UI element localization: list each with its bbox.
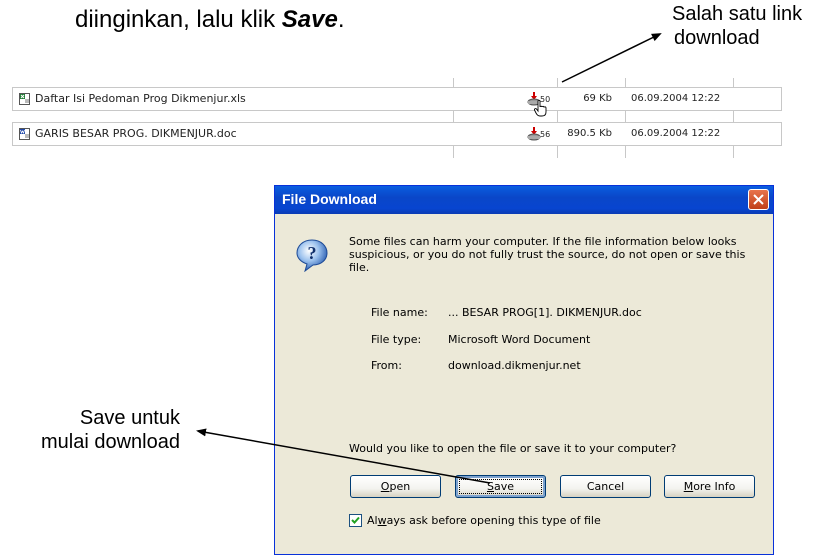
download-link-arrow	[561, 33, 662, 83]
save-button-arrow	[196, 428, 491, 484]
callout-arrows	[196, 33, 662, 484]
